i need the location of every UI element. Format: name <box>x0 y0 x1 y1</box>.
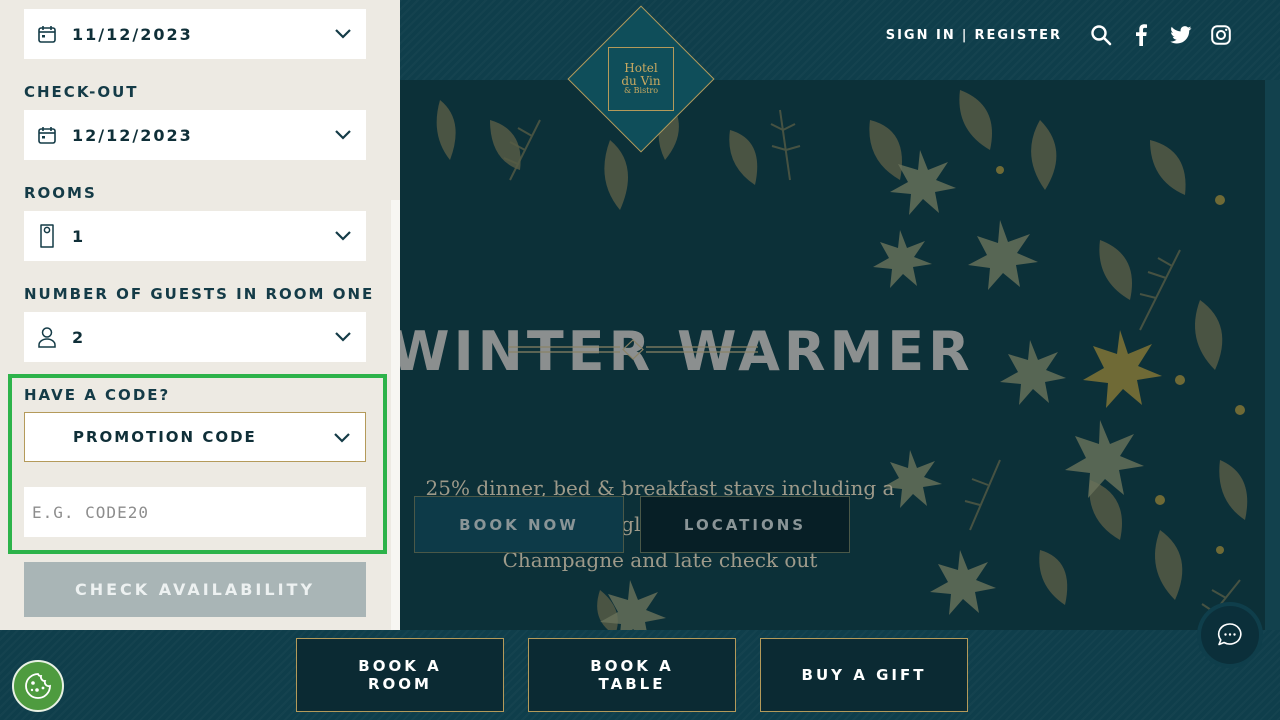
instagram-icon[interactable] <box>1210 24 1232 46</box>
book-a-room-button[interactable]: BOOK A ROOM <box>296 638 504 712</box>
calendar-icon <box>36 23 58 45</box>
cookie-settings-button[interactable] <box>12 660 64 712</box>
guests-value: 2 <box>72 327 86 347</box>
cookie-icon <box>23 671 53 701</box>
guests-select[interactable]: 2 <box>24 312 366 362</box>
live-chat-button[interactable] <box>1201 606 1259 664</box>
register-link[interactable]: REGISTER <box>974 28 1062 43</box>
promo-code-highlight <box>8 374 387 554</box>
rooms-value: 1 <box>72 226 86 246</box>
rooms-select[interactable]: 1 <box>24 211 366 261</box>
facebook-icon[interactable] <box>1130 24 1152 46</box>
hotel-du-vin-logo[interactable]: Hotel du Vin & Bistro <box>608 47 674 111</box>
guests-label: NUMBER OF GUESTS IN ROOM ONE <box>24 285 375 303</box>
check-in-date-select[interactable]: 11/12/2023 <box>24 9 366 59</box>
check-out-label: CHECK-OUT <box>24 83 139 101</box>
book-now-button[interactable]: BOOK NOW <box>414 496 624 553</box>
door-hanger-icon <box>36 224 58 248</box>
chat-bubble-icon <box>1216 621 1244 649</box>
buy-a-gift-button[interactable]: BUY A GIFT <box>760 638 968 712</box>
site-header: SIGN IN | REGISTER <box>400 0 1280 80</box>
search-icon[interactable] <box>1090 24 1112 46</box>
sign-in-link[interactable]: SIGN IN <box>886 28 956 43</box>
chevron-down-icon <box>334 25 352 47</box>
auth-separator: | <box>961 27 969 43</box>
booking-panel-scrollbar[interactable] <box>391 200 400 630</box>
page-scrollbar[interactable] <box>1265 80 1280 630</box>
chevron-down-icon <box>334 126 352 148</box>
auth-links: SIGN IN | REGISTER <box>886 28 1062 43</box>
chevron-down-icon <box>334 328 352 350</box>
twitter-icon[interactable] <box>1170 24 1192 46</box>
person-icon <box>36 326 58 348</box>
calendar-icon <box>36 124 58 146</box>
rooms-label: ROOMS <box>24 184 97 202</box>
chevron-down-icon <box>334 227 352 249</box>
check-out-value: 12/12/2023 <box>72 125 193 145</box>
check-in-value: 11/12/2023 <box>72 24 193 44</box>
check-out-date-select[interactable]: 12/12/2023 <box>24 110 366 160</box>
logo-line3: & Bistro <box>623 86 659 96</box>
locations-button[interactable]: LOCATIONS <box>640 496 850 553</box>
book-a-table-button[interactable]: BOOK A TABLE <box>528 638 736 712</box>
check-availability-button[interactable]: CHECK AVAILABILITY <box>24 562 366 617</box>
footer-bar: BOOK A ROOM BOOK A TABLE BUY A GIFT <box>0 630 1280 720</box>
header-links: SIGN IN | REGISTER <box>886 24 1232 46</box>
hero-ornament-divider <box>508 339 758 360</box>
logo-line1: Hotel <box>624 61 658 76</box>
